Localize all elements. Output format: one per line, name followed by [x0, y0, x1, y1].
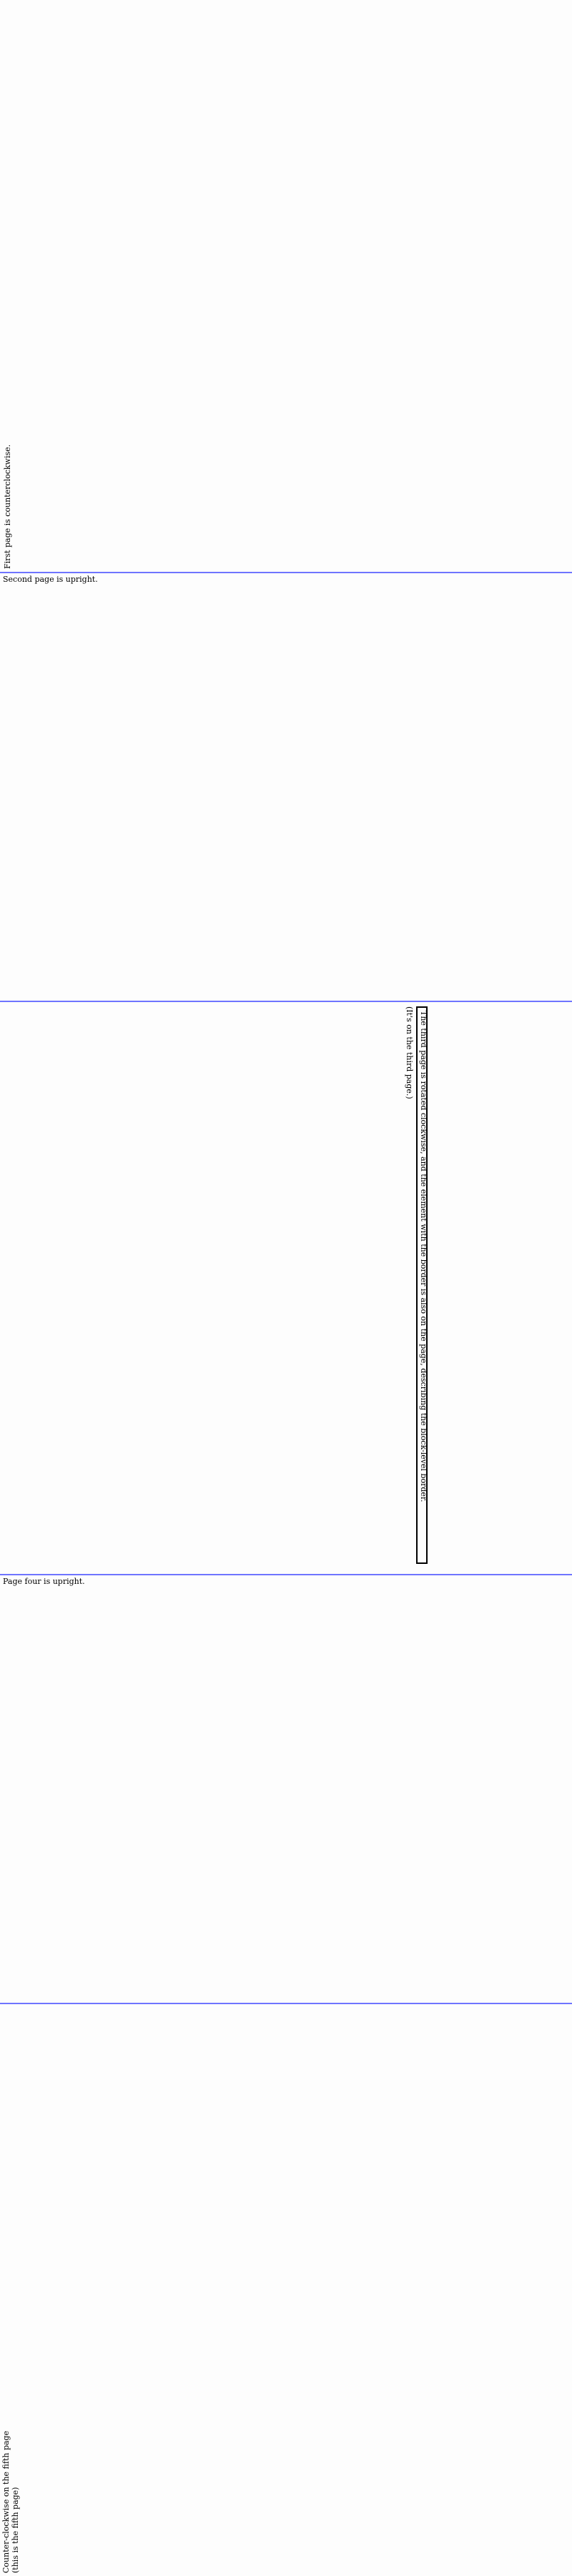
page-3-note: (It's on the third page.) — [405, 1006, 414, 1099]
page-5-text-line-1: Counter-clockwise on the fifth page — [1, 2430, 11, 2573]
page-5-text-line-2: (this is the fifth page) — [11, 2487, 20, 2573]
page-1: First page is counterclockwise. — [0, 0, 572, 572]
page-2-text: Second page is upright. — [3, 575, 98, 584]
page-2: Second page is upright. — [0, 573, 572, 1001]
page-4-text: Page four is upright. — [3, 1577, 85, 1586]
page-4: Page four is upright. — [0, 1575, 572, 2003]
bordered-box-text: The third page is rotated clockwise, and… — [419, 1011, 428, 1502]
page-3: The third page is rotated clockwise, and… — [0, 1002, 572, 1574]
bordered-box: The third page is rotated clockwise, and… — [416, 1006, 428, 1564]
page-1-text: First page is counterclockwise. — [3, 444, 12, 569]
page-5: Counter-clockwise on the fifth page (thi… — [0, 2004, 572, 2576]
